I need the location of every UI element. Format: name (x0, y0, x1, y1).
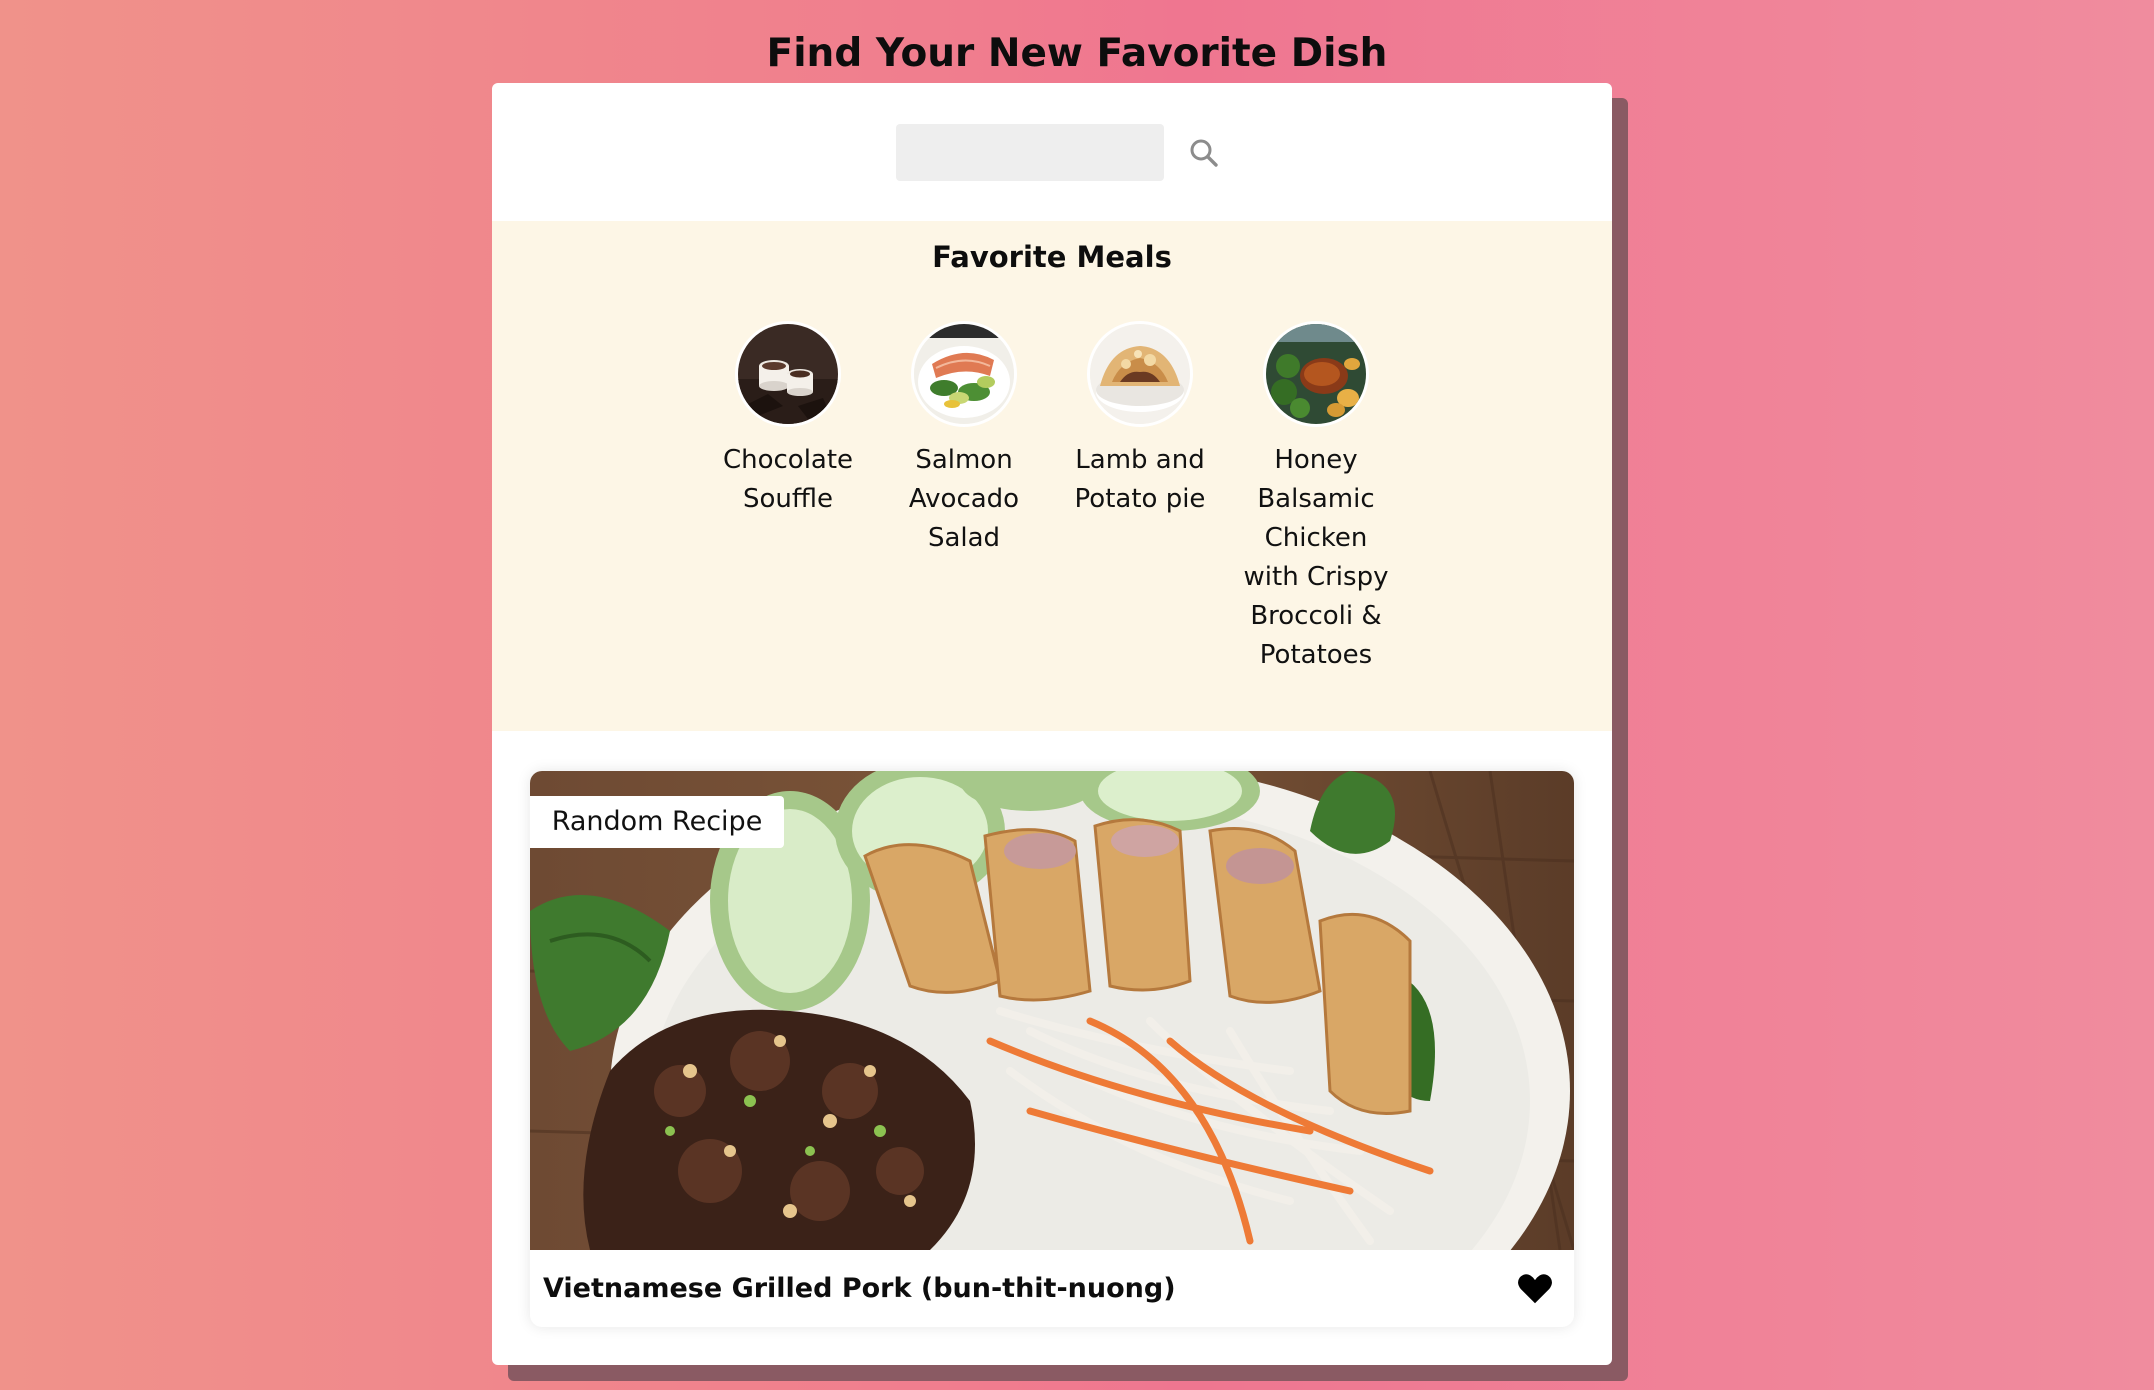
meal-app-card: Favorite Meals Chocolate Souffle Salmon … (492, 83, 1612, 1365)
salmon-avocado-salad-image (914, 324, 1014, 424)
page-title: Find Your New Favorite Dish (766, 31, 1388, 76)
favorite-meal-thumbnail[interactable] (911, 321, 1017, 427)
favorite-meal-thumbnail[interactable] (1087, 321, 1193, 427)
favorite-meal-item[interactable]: Salmon Avocado Salad (882, 321, 1046, 558)
chocolate-souffle-image (738, 324, 838, 424)
favorite-meal-item[interactable]: Lamb and Potato pie (1058, 321, 1222, 519)
random-recipe-tag: Random Recipe (530, 796, 784, 848)
search-input[interactable] (896, 124, 1164, 181)
meal-title: Vietnamese Grilled Pork (bun-thit-nuong) (543, 1273, 1176, 1304)
meal-body: Vietnamese Grilled Pork (bun-thit-nuong) (530, 1250, 1574, 1327)
random-meal-card: Random Recipe Vietnamese Grilled Pork (b… (530, 771, 1574, 1327)
favorite-meal-thumbnail[interactable] (735, 321, 841, 427)
heart-icon (1518, 1274, 1552, 1304)
favorite-meal-item[interactable]: Chocolate Souffle (706, 321, 870, 519)
favorite-meal-name: Honey Balsamic Chicken with Crispy Brocc… (1243, 445, 1389, 670)
favorite-meal-name: Chocolate Souffle (722, 445, 854, 514)
favorite-meal-thumbnail[interactable] (1263, 321, 1369, 427)
search-button[interactable] (1184, 133, 1224, 173)
favorite-meal-name: Lamb and Potato pie (1074, 445, 1206, 514)
favorite-meals-section: Favorite Meals Chocolate Souffle Salmon … (492, 221, 1612, 731)
favorite-meal-name: Salmon Avocado Salad (908, 445, 1020, 553)
search-icon (1190, 139, 1218, 167)
search-bar (492, 83, 1612, 221)
honey-balsamic-chicken-image (1266, 324, 1366, 424)
lamb-potato-pie-image (1090, 324, 1190, 424)
favorite-meal-item[interactable]: Honey Balsamic Chicken with Crispy Brocc… (1234, 321, 1398, 675)
favorite-button[interactable] (1516, 1270, 1554, 1308)
favorites-title: Favorite Meals (932, 240, 1172, 274)
